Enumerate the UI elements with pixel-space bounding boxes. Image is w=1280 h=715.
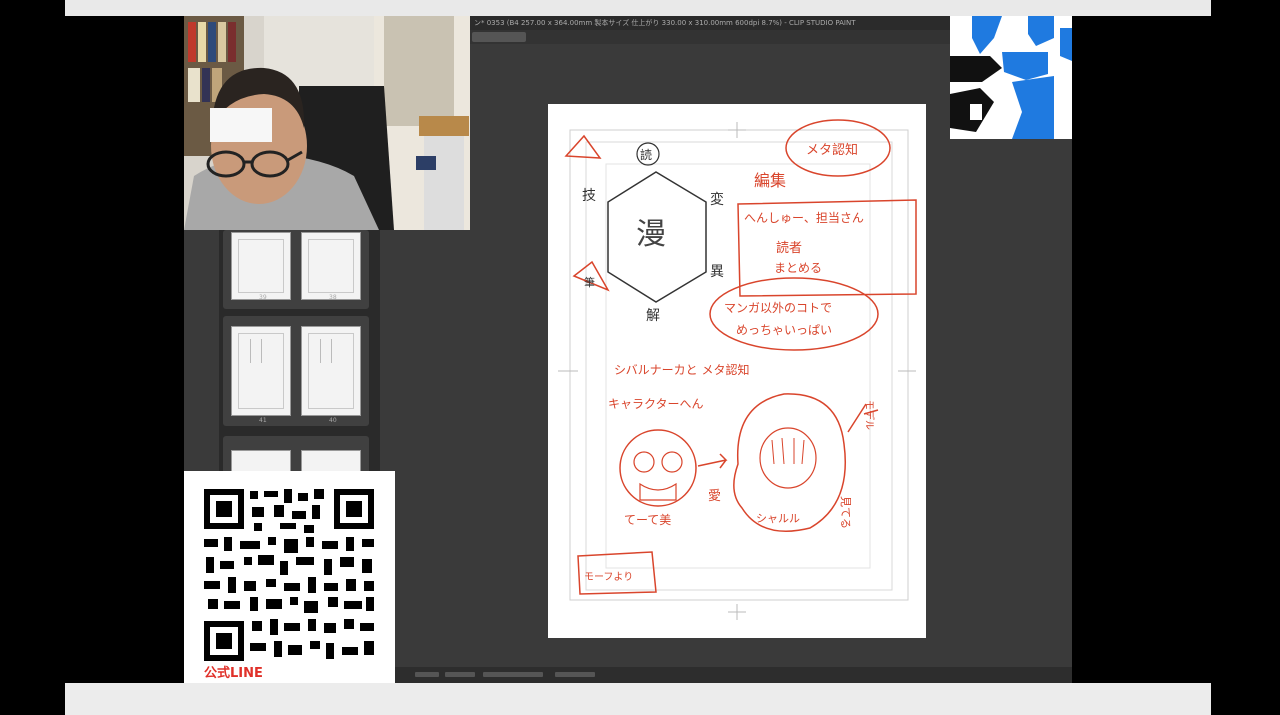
note-box-line1: へんしゅー、担当さん bbox=[744, 211, 864, 225]
page-number: 41 bbox=[259, 417, 267, 424]
note-face-left: てーて美 bbox=[624, 513, 671, 527]
note-box-line2: 読者 bbox=[776, 240, 802, 256]
page-thumbnail[interactable] bbox=[231, 326, 291, 416]
status-control[interactable] bbox=[415, 672, 439, 677]
page-number: 39 bbox=[259, 294, 267, 301]
bottom-letterbox-bar bbox=[65, 683, 1211, 715]
note-bottom: モーフより bbox=[584, 571, 633, 583]
hex-right-top-char: 変 bbox=[710, 191, 724, 208]
qr-label: 公式LINE bbox=[204, 665, 263, 681]
manuscript-sketch: 漫 読 技 変 異 解 筆 メタ認知 編集 へんしゅー、担当さん 読者 まとめる… bbox=[548, 104, 926, 638]
drawing-canvas[interactable]: 漫 読 技 変 異 解 筆 メタ認知 編集 へんしゅー、担当さん 読者 まとめる… bbox=[548, 104, 926, 638]
hex-left-bottom-char: 筆 bbox=[584, 275, 595, 289]
status-control[interactable] bbox=[445, 672, 475, 677]
note-box-line3: まとめる bbox=[774, 261, 822, 275]
thumbnail-row[interactable]: 39 38 bbox=[223, 230, 369, 309]
status-control[interactable] bbox=[555, 672, 595, 677]
tab-strip bbox=[470, 30, 950, 44]
note-bubble-line1: マンガ以外のコトで bbox=[724, 301, 832, 315]
zoom-slider[interactable] bbox=[483, 672, 543, 677]
top-letterbox-bar bbox=[65, 0, 1211, 16]
note-face-right: シャルル bbox=[756, 512, 800, 525]
page-number: 40 bbox=[329, 417, 337, 424]
page-thumbnail[interactable] bbox=[301, 326, 361, 416]
channel-logo bbox=[950, 16, 1072, 139]
note-meta: メタ認知 bbox=[806, 142, 858, 158]
note-side1: モデル bbox=[863, 400, 876, 430]
hex-left-char: 技 bbox=[582, 188, 596, 204]
note-henshu: 編集 bbox=[754, 171, 786, 190]
note-bubble-line2: めっちゃいっぱい bbox=[736, 323, 832, 337]
hex-top-char: 読 bbox=[640, 147, 652, 162]
note-side2: 見てる bbox=[839, 496, 852, 529]
hex-center-char: 漫 bbox=[636, 217, 666, 252]
line-qr-overlay: 公式LINE bbox=[184, 471, 395, 683]
note-line1: シバルナーカと メタ認知 bbox=[614, 362, 749, 377]
webcam-overlay bbox=[184, 16, 470, 230]
status-bar bbox=[395, 667, 1072, 683]
window-title: ン* 0353 (B4 257.00 x 364.00mm 製本サイズ 仕上がり… bbox=[470, 16, 950, 30]
hex-bottom-char: 解 bbox=[646, 308, 660, 324]
page-number: 38 bbox=[329, 294, 337, 301]
hex-right-bottom-char: 異 bbox=[710, 264, 724, 280]
webcam-image bbox=[184, 16, 470, 230]
document-tab[interactable] bbox=[472, 32, 526, 42]
note-line2: キャラクターへん bbox=[608, 397, 704, 411]
thumbnail-row[interactable]: 41 40 bbox=[223, 316, 369, 426]
qr-code[interactable]: 公式LINE bbox=[184, 471, 395, 683]
page-thumbnail[interactable] bbox=[301, 232, 361, 300]
note-arrow-char: 愛 bbox=[708, 489, 721, 504]
logo-graphic bbox=[950, 16, 1072, 139]
page-thumbnail[interactable] bbox=[231, 232, 291, 300]
thumbnail-row[interactable] bbox=[223, 436, 369, 476]
